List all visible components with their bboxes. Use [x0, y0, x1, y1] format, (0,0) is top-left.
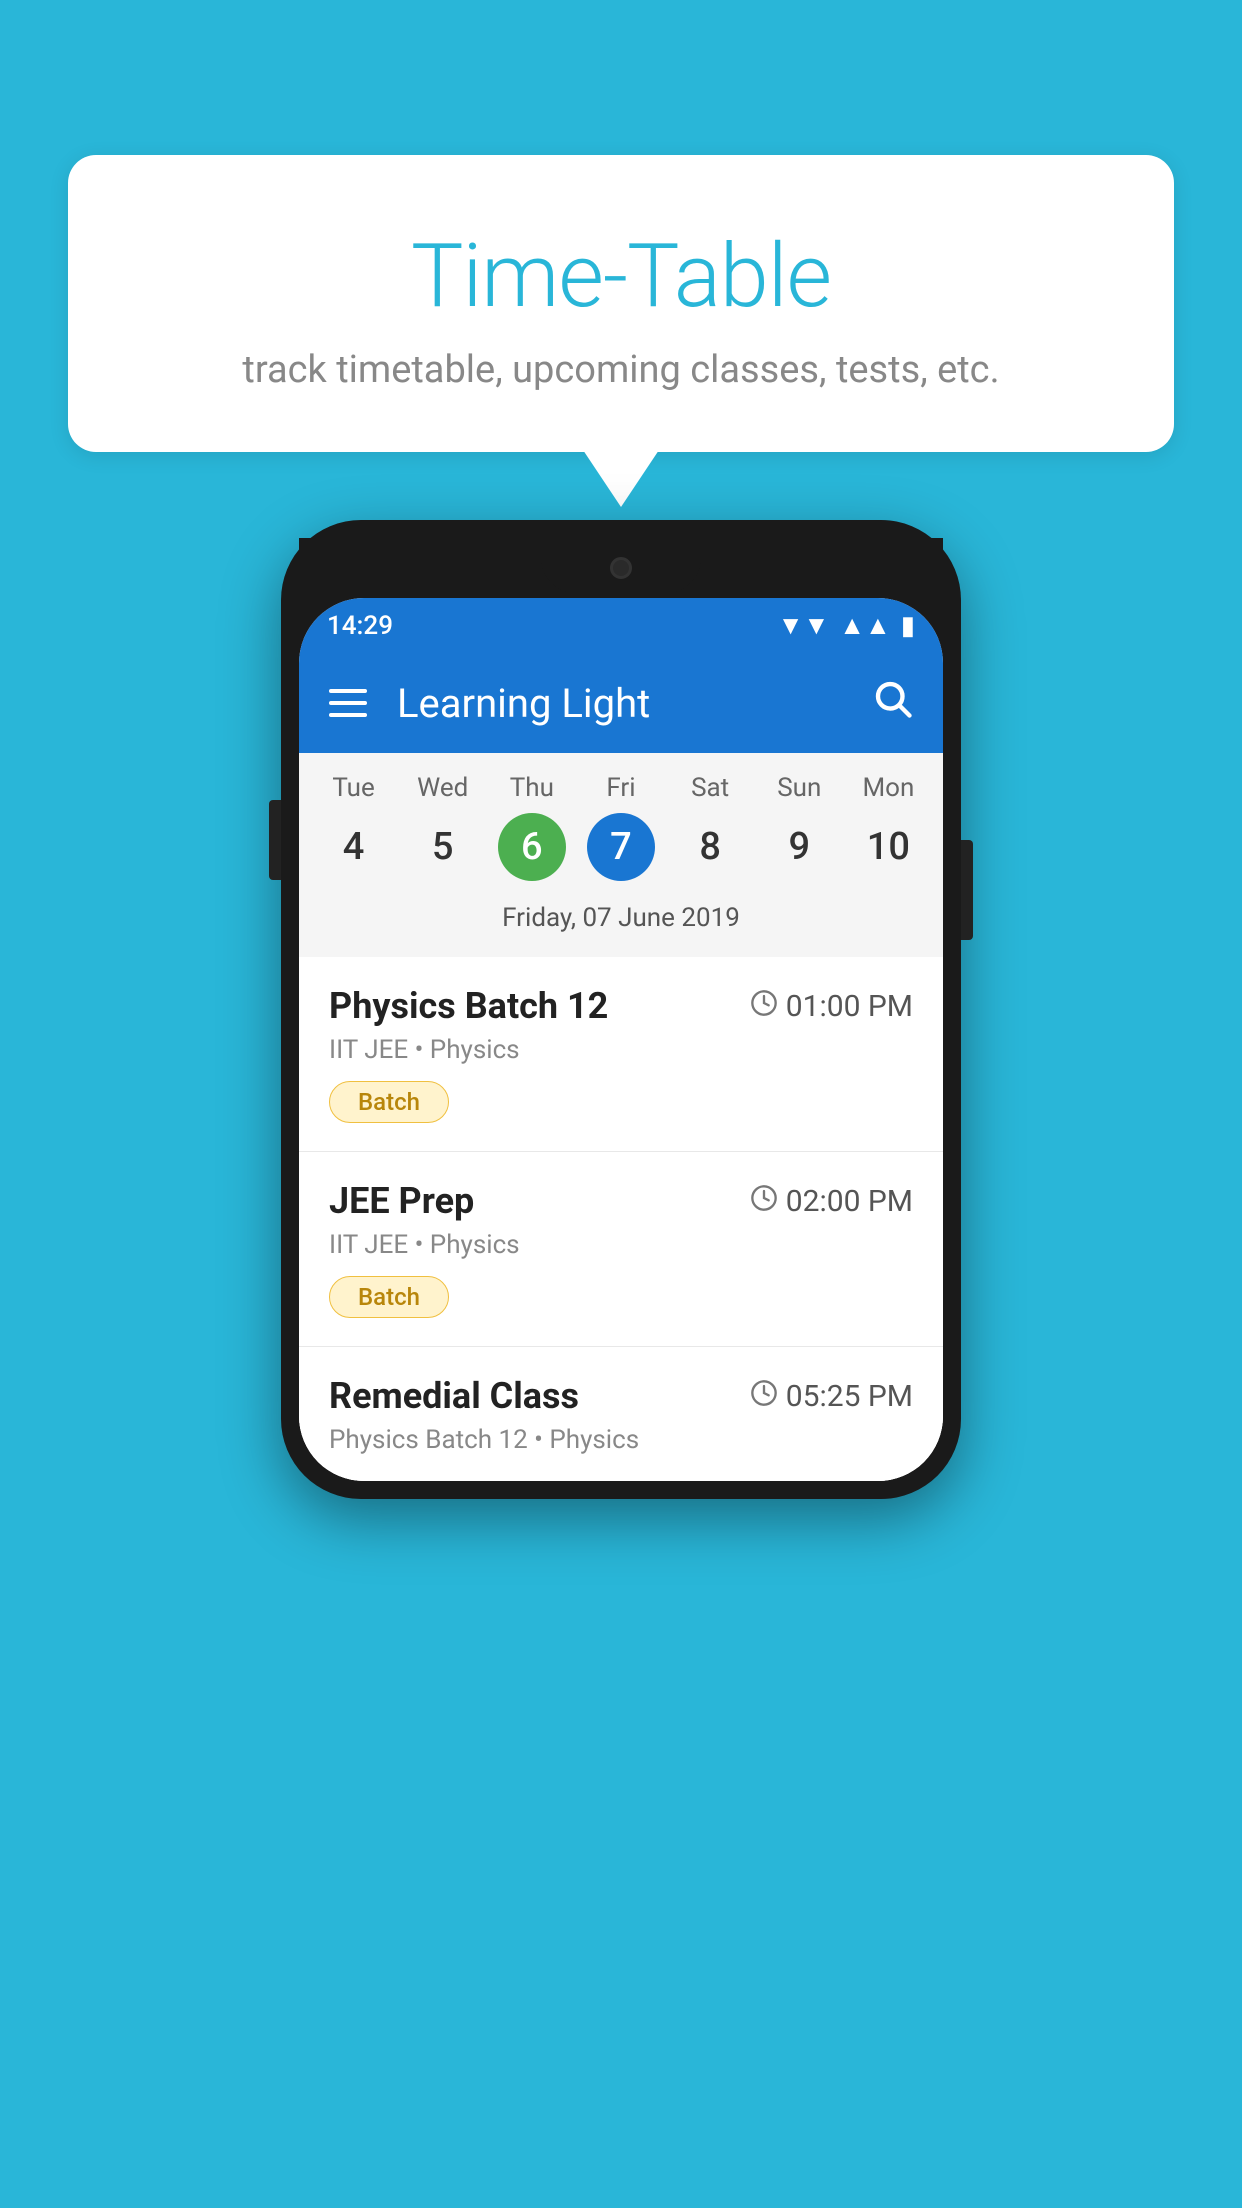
day-num-mon: 10 — [854, 813, 922, 881]
phone-screen: 14:29 ▼▼ ▲▲ ▮ Learning Light — [299, 598, 943, 1481]
class-meta-3: Physics Batch 12 • Physics — [329, 1425, 913, 1455]
day-col-fri[interactable]: Fri 7 — [581, 773, 661, 881]
day-name-tue: Tue — [332, 773, 374, 803]
speech-bubble: Time-Table track timetable, upcoming cla… — [68, 155, 1174, 452]
selected-date: Friday, 07 June 2019 — [309, 893, 933, 937]
day-num-tue: 4 — [320, 813, 388, 881]
search-icon[interactable] — [871, 677, 913, 730]
class-time-1: 01:00 PM — [750, 989, 913, 1024]
class-header-2: JEE Prep 02:00 PM — [329, 1180, 913, 1222]
batch-tag-2: Batch — [329, 1276, 449, 1318]
bubble-subtitle: track timetable, upcoming classes, tests… — [128, 348, 1114, 392]
status-time: 14:29 — [327, 611, 393, 641]
day-col-sat[interactable]: Sat 8 — [670, 773, 750, 881]
day-num-wed: 5 — [409, 813, 477, 881]
clock-icon-1 — [750, 989, 778, 1024]
class-header-3: Remedial Class 05:25 PM — [329, 1375, 913, 1417]
class-time-3: 05:25 PM — [750, 1379, 913, 1414]
class-name-3: Remedial Class — [329, 1375, 579, 1417]
class-item-2[interactable]: JEE Prep 02:00 PM — [299, 1152, 943, 1347]
class-meta-1: IIT JEE • Physics — [329, 1035, 913, 1065]
camera-lens — [610, 557, 632, 579]
class-name-2: JEE Prep — [329, 1180, 474, 1222]
class-item-3[interactable]: Remedial Class 05:25 PM — [299, 1347, 943, 1481]
phone-notch — [299, 538, 943, 598]
day-col-sun[interactable]: Sun 9 — [759, 773, 839, 881]
day-name-wed: Wed — [417, 773, 468, 803]
battery-icon: ▮ — [901, 611, 915, 641]
days-row: Tue 4 Wed 5 Thu 6 — [309, 773, 933, 881]
class-header-1: Physics Batch 12 01:00 PM — [329, 985, 913, 1027]
day-num-sun: 9 — [765, 813, 833, 881]
day-num-thu: 6 — [498, 813, 566, 881]
calendar-section: Tue 4 Wed 5 Thu 6 — [299, 753, 943, 957]
notch-cutout — [541, 543, 701, 593]
intro-card: Time-Table track timetable, upcoming cla… — [68, 155, 1174, 452]
batch-tag-1: Batch — [329, 1081, 449, 1123]
day-name-fri: Fri — [606, 773, 635, 803]
day-num-fri: 7 — [587, 813, 655, 881]
class-time-2: 02:00 PM — [750, 1184, 913, 1219]
day-col-wed[interactable]: Wed 5 — [403, 773, 483, 881]
time-value-2: 02:00 PM — [786, 1184, 913, 1219]
signal-icon: ▲▲ — [839, 610, 890, 641]
status-icons: ▼▼ ▲▲ ▮ — [778, 610, 915, 641]
day-col-mon[interactable]: Mon 10 — [848, 773, 928, 881]
day-name-sun: Sun — [777, 773, 821, 803]
wifi-icon: ▼▼ — [778, 610, 829, 641]
hamburger-menu[interactable] — [329, 689, 367, 717]
day-name-mon: Mon — [862, 773, 914, 803]
app-title: Learning Light — [397, 680, 871, 727]
day-num-sat: 8 — [676, 813, 744, 881]
time-value-1: 01:00 PM — [786, 989, 913, 1024]
app-bar: Learning Light — [299, 653, 943, 753]
class-meta-2: IIT JEE • Physics — [329, 1230, 913, 1260]
clock-icon-3 — [750, 1379, 778, 1414]
class-name-1: Physics Batch 12 — [329, 985, 608, 1027]
day-col-thu[interactable]: Thu 6 — [492, 773, 572, 881]
phone-outer: 14:29 ▼▼ ▲▲ ▮ Learning Light — [281, 520, 961, 1499]
phone-mockup: 14:29 ▼▼ ▲▲ ▮ Learning Light — [281, 520, 961, 1499]
class-item-1[interactable]: Physics Batch 12 01:00 PM — [299, 957, 943, 1152]
time-value-3: 05:25 PM — [786, 1379, 913, 1414]
class-list: Physics Batch 12 01:00 PM — [299, 957, 943, 1481]
day-name-thu: Thu — [510, 773, 554, 803]
bubble-title: Time-Table — [128, 225, 1114, 328]
status-bar: 14:29 ▼▼ ▲▲ ▮ — [299, 598, 943, 653]
clock-icon-2 — [750, 1184, 778, 1219]
day-name-sat: Sat — [691, 773, 729, 803]
day-col-tue[interactable]: Tue 4 — [314, 773, 394, 881]
